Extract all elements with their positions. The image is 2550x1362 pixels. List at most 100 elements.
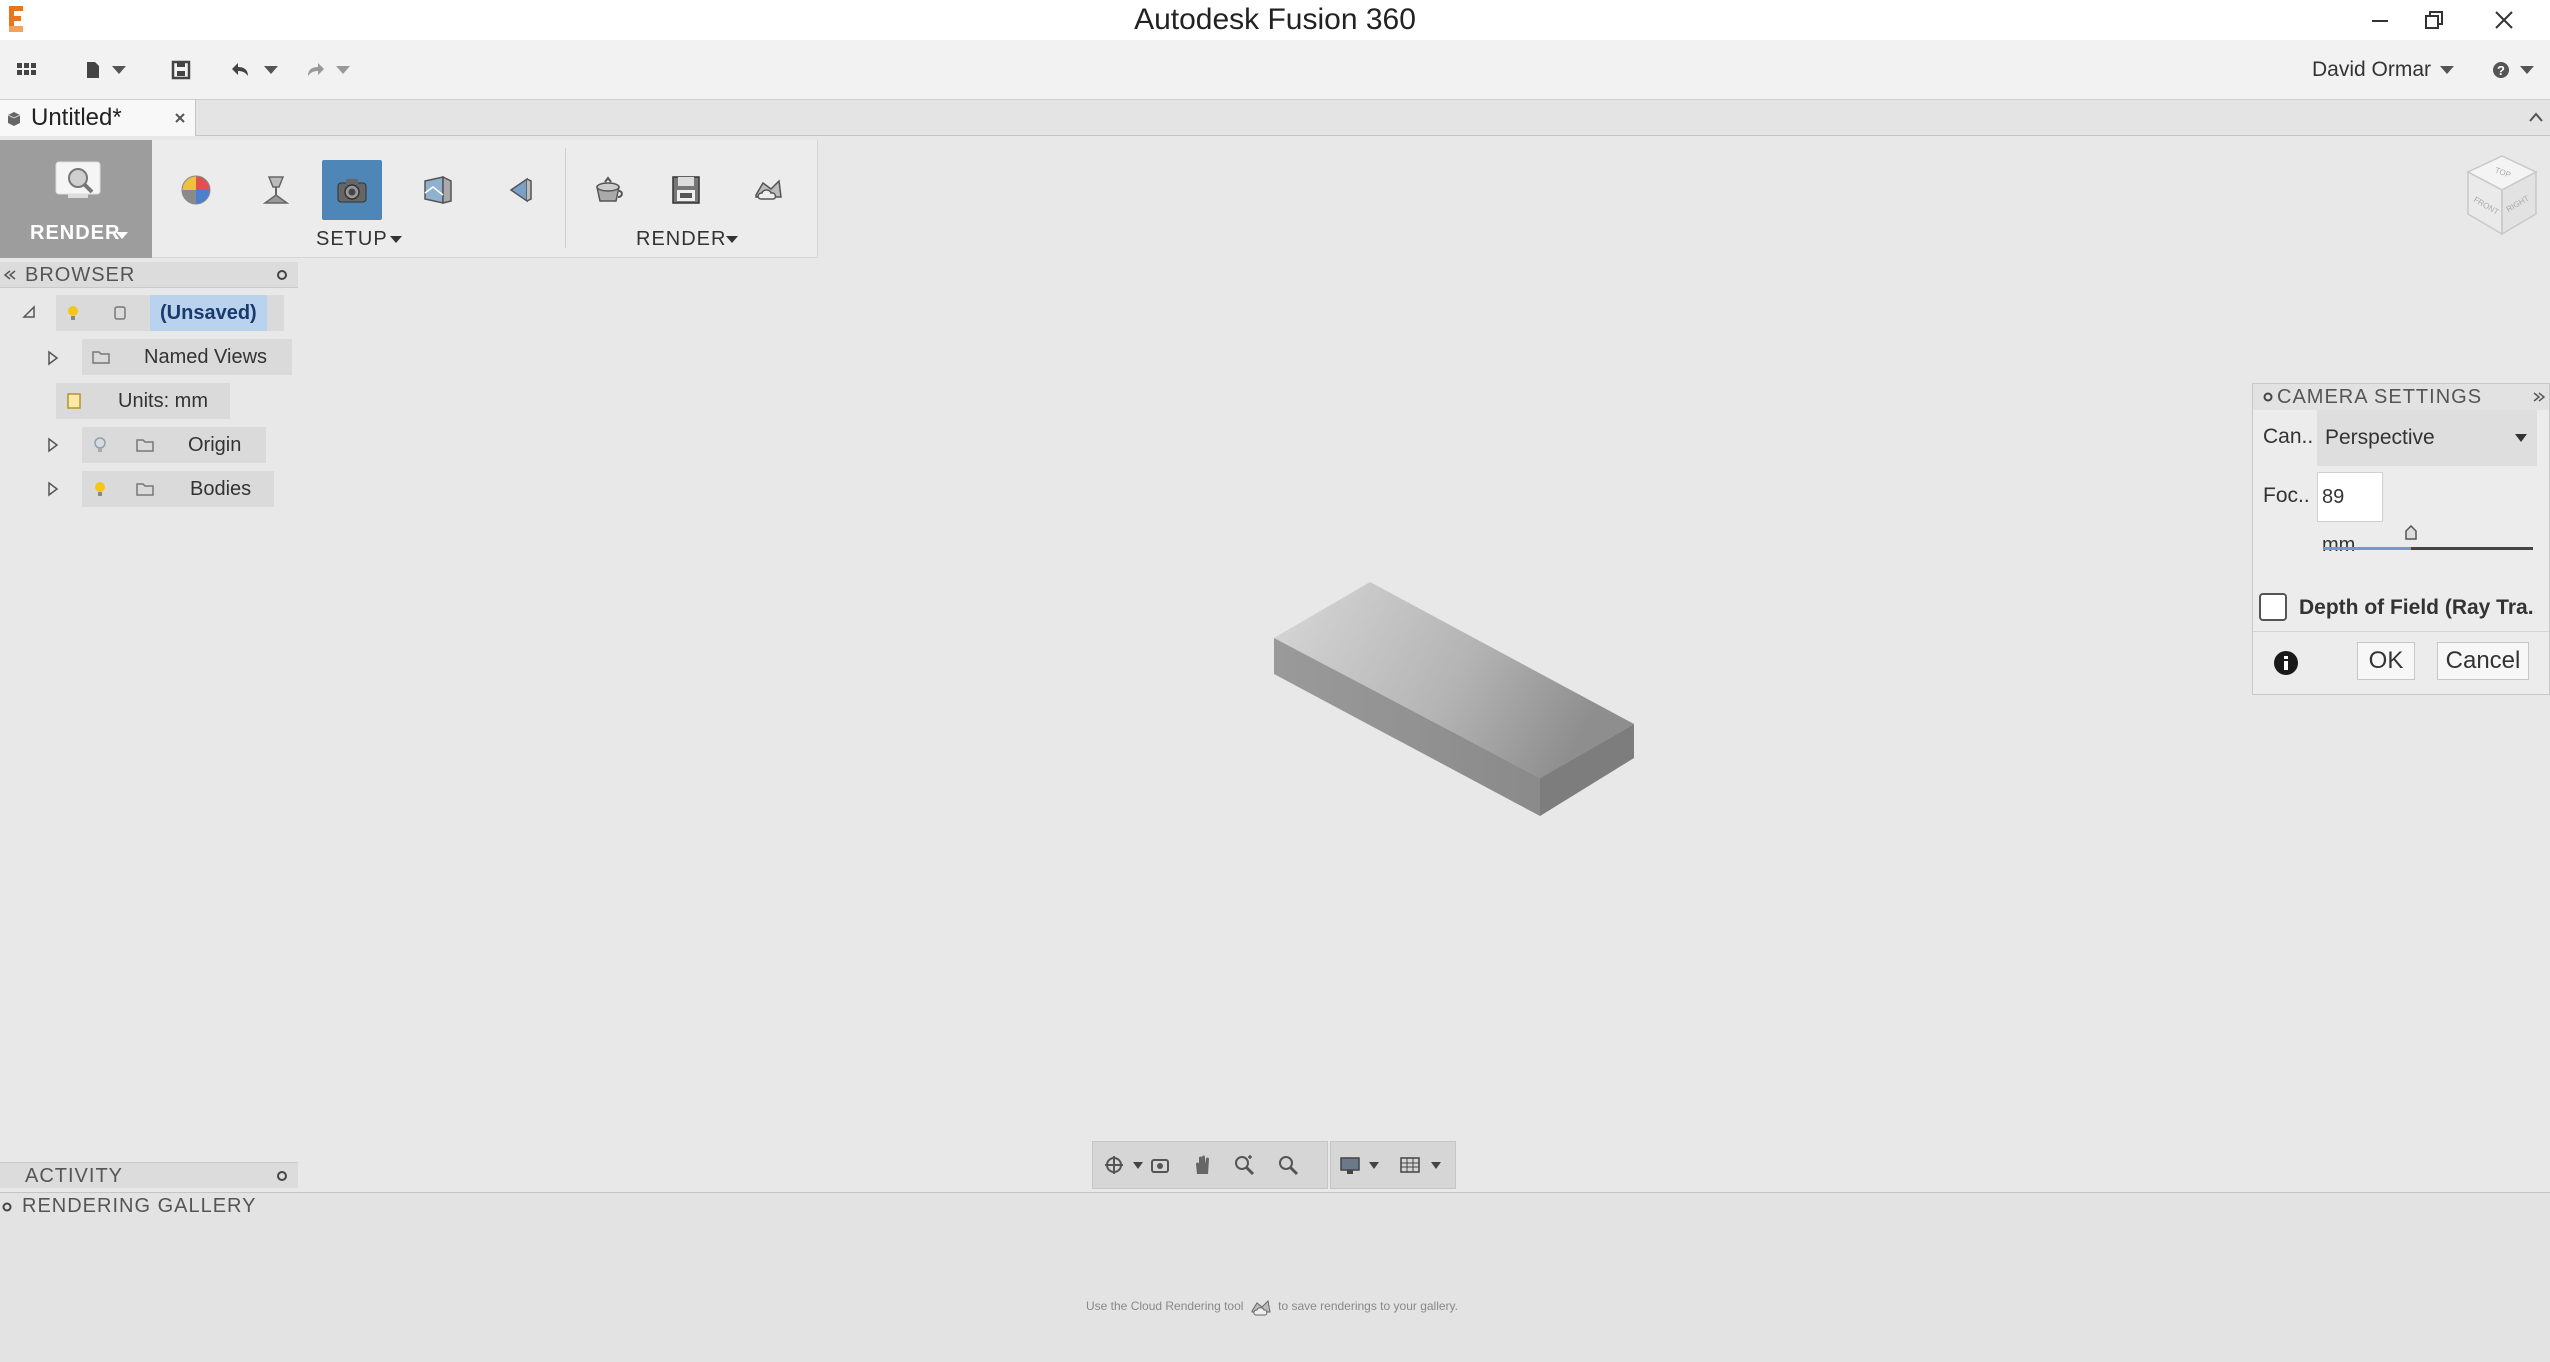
render-group-menu[interactable]: RENDER bbox=[636, 228, 726, 251]
chevron-down-icon[interactable] bbox=[1133, 1162, 1143, 1169]
close-tab-icon[interactable] bbox=[172, 110, 188, 126]
lightbulb-icon[interactable] bbox=[92, 480, 108, 498]
rendering-gallery-header[interactable]: RENDERING GALLERY bbox=[0, 1193, 2550, 1219]
browser-item-label: Named Views bbox=[144, 346, 268, 368]
lightbulb-icon[interactable] bbox=[65, 304, 81, 322]
grid-settings-icon[interactable] bbox=[1399, 1154, 1421, 1176]
depth-of-field-checkbox[interactable] bbox=[2259, 593, 2287, 621]
focal-length-label: Foc.. bbox=[2263, 484, 2310, 507]
browser-item-named-views[interactable]: Named Views bbox=[82, 339, 292, 375]
render-workspace-icon bbox=[55, 161, 101, 198]
decal-icon bbox=[509, 177, 532, 203]
cloud-render-button[interactable] bbox=[738, 160, 798, 220]
camera-type-select[interactable]: Perspective bbox=[2317, 410, 2537, 466]
environment-icon bbox=[424, 175, 452, 204]
viewcube-icon: TOP FRONT RIGHT bbox=[2466, 155, 2538, 236]
decal-button[interactable] bbox=[490, 160, 550, 220]
redo-button[interactable] bbox=[302, 54, 354, 86]
collapse-left-icon[interactable] bbox=[4, 270, 16, 280]
undo-button[interactable] bbox=[230, 54, 282, 86]
slider-thumb-icon[interactable] bbox=[2404, 525, 2418, 541]
camera-type-label: Can.. bbox=[2263, 425, 2314, 448]
chevron-down-icon[interactable] bbox=[1431, 1162, 1441, 1169]
pin-icon[interactable] bbox=[276, 1170, 288, 1182]
browser-item-root[interactable]: (Unsaved) bbox=[56, 295, 284, 331]
folder-icon bbox=[136, 439, 154, 452]
user-menu[interactable]: David Ormar bbox=[2312, 58, 2431, 82]
render-button[interactable] bbox=[656, 160, 716, 220]
rendering-gallery: RENDERING GALLERY Use the Cloud Renderin… bbox=[0, 1192, 2550, 1362]
ok-button[interactable]: OK bbox=[2357, 642, 2415, 680]
collapse-up-icon[interactable] bbox=[2528, 110, 2544, 124]
pan-hand-icon[interactable] bbox=[1191, 1154, 1213, 1176]
chevron-down-icon bbox=[112, 66, 126, 74]
folder-icon bbox=[136, 483, 154, 496]
pin-icon[interactable] bbox=[2263, 392, 2273, 402]
chevron-down-icon[interactable] bbox=[1369, 1162, 1379, 1169]
navigation-toolbar bbox=[1092, 1141, 1328, 1189]
save-button[interactable] bbox=[168, 54, 194, 86]
setup-group-label: SETUP bbox=[316, 228, 388, 250]
workspace-switcher[interactable]: RENDER bbox=[0, 140, 152, 258]
browser-panel-header[interactable]: BROWSER bbox=[0, 262, 298, 288]
chevron-down-icon bbox=[264, 66, 278, 74]
chevron-down-icon[interactable] bbox=[390, 236, 402, 243]
rendering-gallery-title: RENDERING GALLERY bbox=[22, 1195, 257, 1217]
browser-item-label: Units: mm bbox=[118, 390, 208, 412]
browser-item-units[interactable]: Units: mm bbox=[56, 383, 230, 419]
window-title: Autodesk Fusion 360 bbox=[1134, 3, 1416, 36]
3d-body-model[interactable] bbox=[1270, 578, 1640, 820]
file-icon bbox=[87, 62, 99, 78]
display-settings-icon[interactable] bbox=[1339, 1154, 1361, 1176]
environment-button[interactable] bbox=[408, 160, 468, 220]
document-tab[interactable]: Untitled* bbox=[0, 100, 196, 136]
activity-title: ACTIVITY bbox=[25, 1165, 124, 1187]
pin-icon[interactable] bbox=[276, 269, 288, 281]
file-menu-button[interactable] bbox=[82, 54, 132, 86]
close-window-button[interactable] bbox=[2476, 0, 2532, 40]
focal-length-value: 89 mm bbox=[2322, 486, 2356, 556]
collapsed-triangle-icon[interactable] bbox=[46, 481, 60, 497]
user-menu-chevron-icon[interactable] bbox=[2440, 66, 2454, 74]
pin-icon[interactable] bbox=[2, 1202, 12, 1212]
cancel-button[interactable]: Cancel bbox=[2437, 642, 2529, 680]
expand-right-icon[interactable] bbox=[2533, 392, 2545, 402]
viewcube[interactable]: TOP FRONT RIGHT bbox=[2458, 150, 2542, 240]
camera-icon bbox=[337, 179, 367, 203]
zoom-icon[interactable] bbox=[1233, 1154, 1255, 1176]
workspace-label: RENDER bbox=[30, 222, 121, 244]
camera-settings-button[interactable] bbox=[322, 160, 382, 220]
fit-zoom-icon[interactable] bbox=[1277, 1154, 1299, 1176]
slider-track bbox=[2411, 547, 2533, 550]
chevron-down-icon bbox=[2515, 434, 2527, 442]
restore-button[interactable] bbox=[2406, 0, 2462, 40]
chevron-down-icon bbox=[116, 232, 128, 239]
appearance-button[interactable] bbox=[166, 160, 226, 220]
orbit-icon[interactable] bbox=[1103, 1154, 1125, 1176]
minimize-button[interactable] bbox=[2352, 0, 2408, 40]
svg-text:?: ? bbox=[2497, 63, 2505, 78]
camera-settings-header[interactable]: CAMERA SETTINGS bbox=[2253, 384, 2549, 410]
chevron-down-icon[interactable] bbox=[726, 236, 738, 243]
hint-text-after: to save renderings to your gallery. bbox=[1278, 1299, 1458, 1314]
browser-item-bodies[interactable]: Bodies bbox=[82, 471, 274, 507]
data-panel-button[interactable] bbox=[14, 54, 38, 86]
collapsed-triangle-icon[interactable] bbox=[46, 350, 60, 366]
help-icon: ? bbox=[2493, 62, 2509, 78]
setup-group-menu[interactable]: SETUP bbox=[316, 228, 388, 251]
look-at-icon[interactable] bbox=[1149, 1154, 1171, 1176]
document-tab-label: Untitled* bbox=[31, 104, 122, 131]
lightbulb-icon[interactable] bbox=[92, 436, 108, 454]
save-icon bbox=[171, 60, 191, 80]
focal-length-input[interactable]: 89 mm bbox=[2317, 472, 2383, 556]
expanded-triangle-icon[interactable] bbox=[22, 305, 36, 319]
in-canvas-render-button[interactable] bbox=[578, 160, 638, 220]
rendering-gallery-hint: Use the Cloud Rendering tool to save ren… bbox=[1086, 1297, 1458, 1317]
help-button[interactable]: ? bbox=[2490, 54, 2538, 86]
browser-item-origin[interactable]: Origin bbox=[82, 427, 266, 463]
scene-settings-button[interactable] bbox=[246, 160, 306, 220]
info-icon[interactable] bbox=[2273, 650, 2299, 676]
cloud-render-icon bbox=[1251, 1299, 1271, 1316]
collapsed-triangle-icon[interactable] bbox=[46, 437, 60, 453]
activity-panel-header[interactable]: ACTIVITY bbox=[0, 1162, 298, 1188]
